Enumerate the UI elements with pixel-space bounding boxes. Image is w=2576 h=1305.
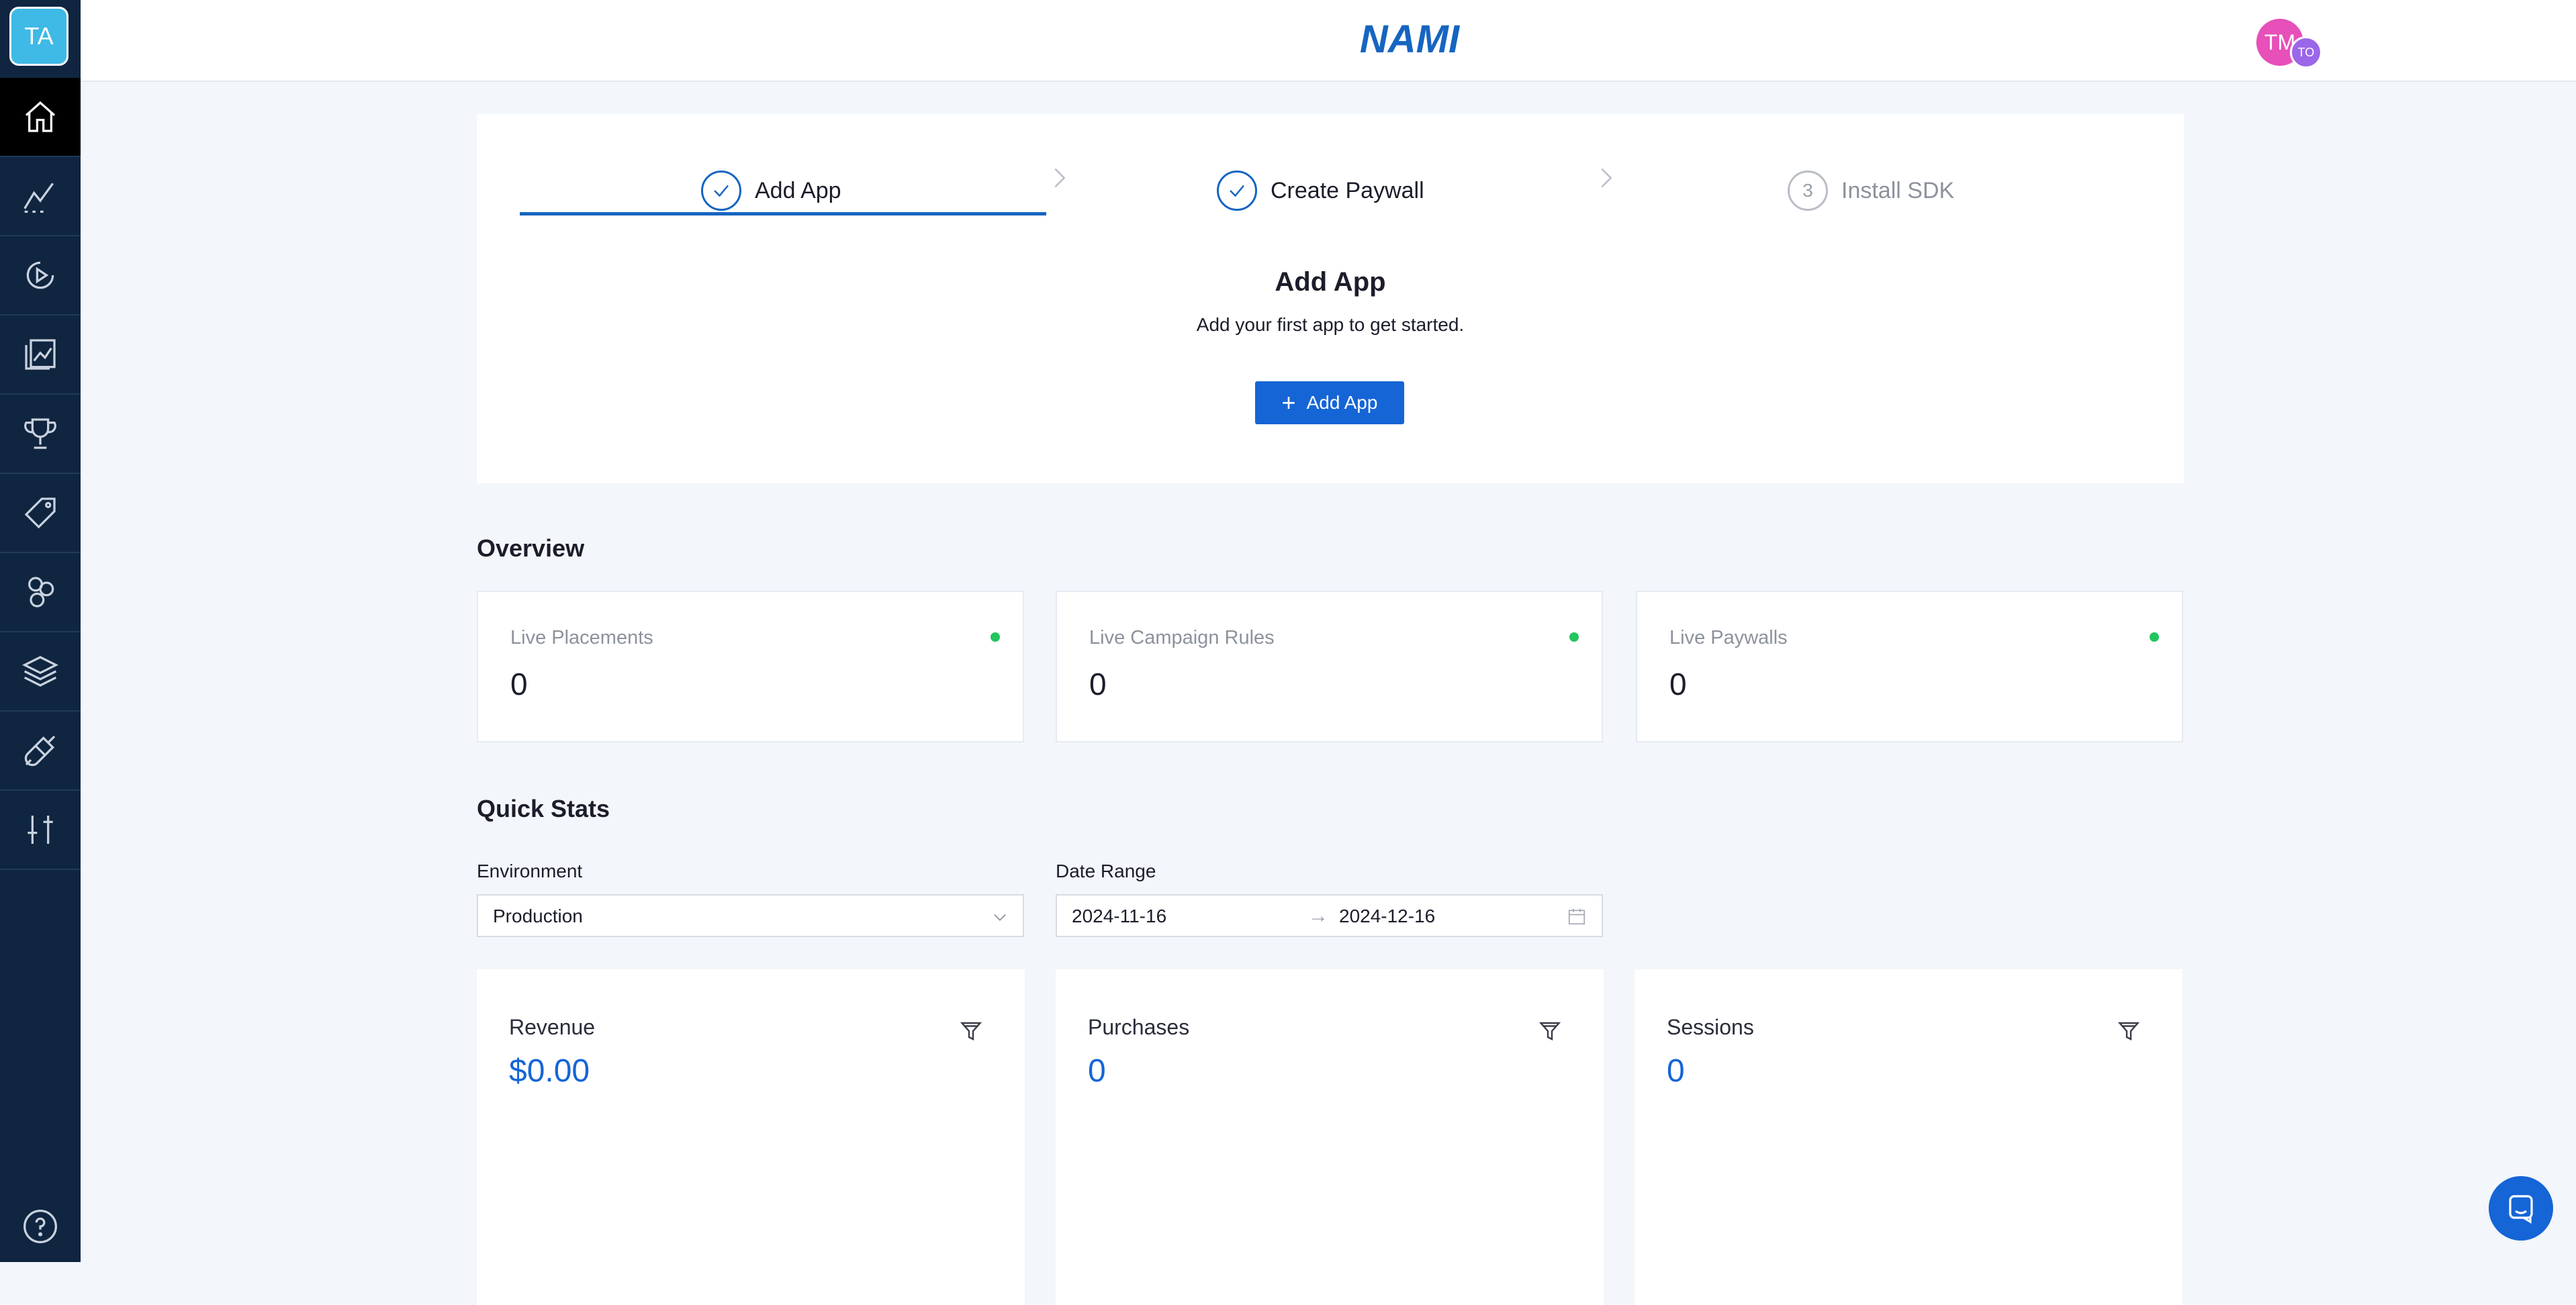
paywalls-icon — [25, 339, 56, 370]
layers-icon — [22, 656, 58, 687]
live-paywalls-card[interactable]: Live Paywalls 0 — [1636, 591, 2183, 742]
stat-value: 0 — [1667, 1053, 1685, 1089]
add-app-button[interactable]: + Add App — [1255, 381, 1404, 424]
step-complete-circle — [701, 171, 741, 211]
plus-icon: + — [1281, 389, 1296, 416]
chat-launcher-button[interactable] — [2489, 1176, 2553, 1241]
chevron-right-icon — [1601, 168, 1612, 188]
step-install-sdk[interactable]: 3 Install SDK — [1788, 157, 1954, 224]
stat-label: Revenue — [509, 1015, 596, 1039]
nav-campaigns[interactable] — [0, 236, 81, 316]
arrow-right-icon: → — [1308, 905, 1328, 927]
steps-title: Add App — [1275, 267, 1386, 297]
check-icon — [714, 185, 729, 197]
team-switcher[interactable]: TA — [9, 7, 68, 66]
purchases-card: Purchases 0 — [1056, 969, 1604, 1305]
team-initials: TA — [24, 22, 54, 50]
top-header: NAMI TM TO — [81, 0, 2576, 82]
nav-layers[interactable] — [0, 632, 81, 712]
tag-icon — [24, 497, 56, 529]
filter-icon[interactable] — [1538, 1019, 1562, 1043]
live-campaign-rules-card[interactable]: Live Campaign Rules 0 — [1056, 591, 1603, 742]
quick-stats-heading: Quick Stats — [477, 795, 610, 822]
step-number-circle: 3 — [1788, 171, 1828, 211]
environment-select[interactable]: Production — [477, 894, 1024, 937]
org-initials: TO — [2297, 45, 2315, 59]
stat-value: $0.00 — [509, 1053, 590, 1089]
step-label: Add App — [755, 177, 841, 203]
calendar-icon — [1568, 908, 1585, 925]
nav-settings[interactable] — [0, 791, 81, 870]
add-app-button-label: Add App — [1306, 392, 1378, 413]
date-end[interactable]: 2024-12-16 — [1339, 906, 1435, 927]
date-range-label: Date Range — [1056, 861, 1156, 881]
filter-icon[interactable] — [959, 1019, 983, 1043]
live-status-dot — [991, 632, 1000, 642]
step-label: Create Paywall — [1271, 177, 1424, 203]
nav-analytics[interactable] — [0, 157, 81, 236]
overview-heading: Overview — [477, 534, 585, 562]
stat-label: Purchases — [1088, 1015, 1190, 1039]
filter-icon[interactable] — [2117, 1019, 2141, 1043]
sidebar: TA — [0, 0, 81, 1262]
help-button[interactable] — [0, 1187, 81, 1266]
trophy-icon — [24, 418, 56, 449]
live-placements-card[interactable]: Live Placements 0 — [477, 591, 1024, 742]
live-status-dot — [1569, 632, 1579, 642]
step-complete-circle — [1217, 171, 1257, 211]
analytics-icon — [24, 183, 54, 213]
campaigns-icon — [26, 261, 54, 289]
environment-label: Environment — [477, 861, 583, 881]
card-value: 0 — [510, 667, 528, 702]
card-label: Live Placements — [510, 627, 653, 648]
live-status-dot — [2150, 632, 2159, 642]
step-number: 3 — [1802, 180, 1813, 201]
active-step-underline — [520, 212, 1046, 215]
nav-integrations[interactable] — [0, 712, 81, 791]
svg-text:NAMI: NAMI — [1360, 19, 1461, 59]
customers-icon — [28, 577, 54, 608]
nav-home[interactable] — [0, 78, 81, 157]
org-avatar[interactable]: TO — [2290, 36, 2322, 68]
card-value: 0 — [1669, 667, 1687, 702]
card-label: Live Paywalls — [1669, 627, 1788, 648]
steps-subtitle: Add your first app to get started. — [1196, 314, 1465, 335]
revenue-card: Revenue $0.00 — [477, 969, 1025, 1305]
stat-label: Sessions — [1667, 1015, 1754, 1039]
chat-icon — [2509, 1195, 2533, 1224]
home-icon — [25, 101, 56, 132]
help-icon — [24, 1210, 57, 1243]
date-start[interactable]: 2024-11-16 — [1072, 906, 1166, 927]
nami-logo: NAMI — [1360, 19, 1461, 59]
step-create-paywall[interactable]: Create Paywall — [1217, 157, 1424, 224]
stat-value: 0 — [1088, 1053, 1106, 1089]
nav-products[interactable] — [0, 474, 81, 553]
step-label: Install SDK — [1841, 177, 1955, 203]
onboarding-card: Add App Create Paywall 3 Install SDK Add… — [477, 114, 2184, 483]
integrations-icon — [24, 735, 56, 767]
date-range-picker[interactable]: 2024-11-16 → 2024-12-16 — [1056, 894, 1603, 937]
environment-value: Production — [493, 906, 583, 926]
chevron-right-icon — [1054, 168, 1066, 188]
nav-paywalls[interactable] — [0, 316, 81, 395]
chevron-down-icon — [994, 914, 1006, 921]
nav-achievements[interactable] — [0, 395, 81, 474]
card-label: Live Campaign Rules — [1089, 627, 1275, 648]
check-icon — [1230, 185, 1244, 197]
settings-sliders-icon — [28, 816, 53, 844]
sessions-card: Sessions 0 — [1635, 969, 2182, 1305]
card-value: 0 — [1089, 667, 1107, 702]
nav-customers[interactable] — [0, 553, 81, 632]
